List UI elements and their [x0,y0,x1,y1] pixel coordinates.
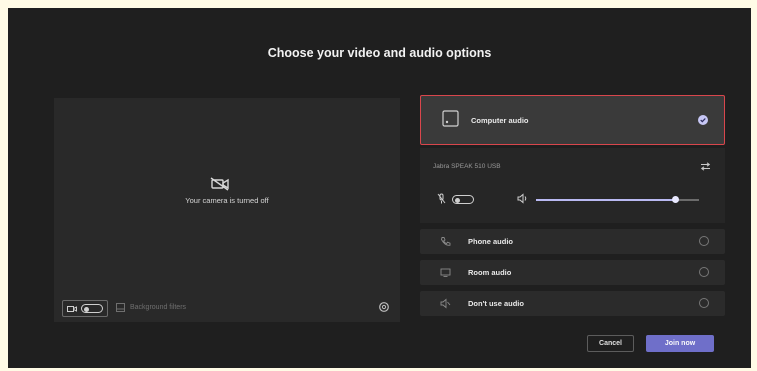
room-icon [440,268,451,277]
phone-audio-option[interactable]: Phone audio [420,229,725,254]
computer-audio-icon [442,110,459,127]
background-filters-icon [116,303,125,312]
speaker-icon [517,193,527,204]
speaker-volume-slider[interactable] [536,196,699,203]
computer-audio-option[interactable]: Computer audio [420,95,725,145]
microphone-off-icon [437,193,446,204]
computer-audio-label: Computer audio [471,116,529,125]
phone-audio-label: Phone audio [468,237,513,246]
microphone-toggle-switch[interactable] [452,195,474,204]
video-preview: Your camera is turned off Background fil… [54,98,400,322]
room-audio-label: Room audio [468,268,512,277]
background-filters-label: Background filters [130,304,187,311]
camera-toggle[interactable] [62,300,108,317]
phone-audio-radio[interactable] [699,236,709,246]
camera-icon [67,305,77,312]
no-audio-icon [440,298,451,309]
cancel-button[interactable]: Cancel [587,335,634,352]
video-controls: Background filters [54,294,400,322]
checkmark-selected-icon [698,115,708,125]
room-audio-option[interactable]: Room audio [420,260,725,285]
room-audio-radio[interactable] [699,267,709,277]
camera-off-icon [210,177,229,191]
speaker-volume-fill [536,199,675,201]
camera-off-message: Your camera is turned off [185,196,269,205]
no-audio-option[interactable]: Don't use audio [420,291,725,316]
camera-toggle-switch[interactable] [81,304,103,313]
phone-icon [441,237,451,246]
speaker-volume-thumb[interactable] [671,196,679,203]
join-now-button[interactable]: Join now [646,335,714,352]
page-title: Choose your video and audio options [267,46,492,60]
audio-device-name[interactable]: Jabra SPEAK 510 USB [433,163,501,170]
no-audio-label: Don't use audio [468,299,524,308]
device-settings-icon[interactable] [378,301,390,313]
swap-device-icon[interactable] [700,162,711,171]
join-screen: Choose your video and audio options Your… [8,8,751,368]
audio-device-panel: Jabra SPEAK 510 USB [420,148,725,223]
no-audio-radio[interactable] [699,298,709,308]
background-filters-button[interactable]: Background filters [116,303,186,312]
